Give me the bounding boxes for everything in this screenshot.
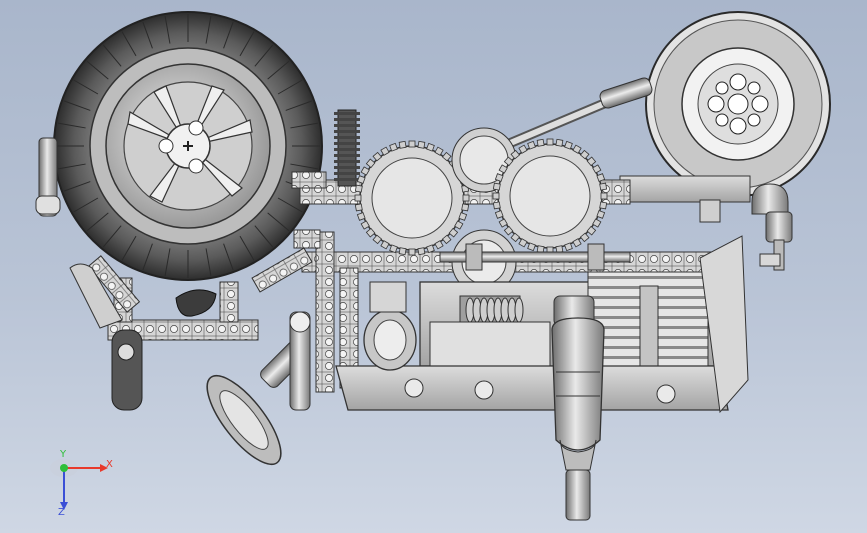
triad-axes (50, 459, 108, 510)
z-axis-label: Z (58, 507, 65, 518)
left-axle-piece[interactable] (35, 137, 61, 217)
cad-graphics-viewport[interactable]: X Y Z (0, 0, 867, 533)
y-axis-marker (60, 464, 68, 472)
y-axis-label: Y (60, 449, 67, 460)
exhaust-pipe[interactable] (551, 295, 605, 521)
large-wheel[interactable] (53, 11, 323, 281)
small-wheel[interactable] (645, 11, 831, 197)
lego-technic-assembly-model[interactable] (0, 0, 867, 533)
coordinate-triad: X Y Z (44, 448, 114, 518)
x-axis-label: X (106, 459, 113, 470)
vertical-gear-stack[interactable] (334, 109, 360, 187)
pulley[interactable] (363, 281, 417, 371)
